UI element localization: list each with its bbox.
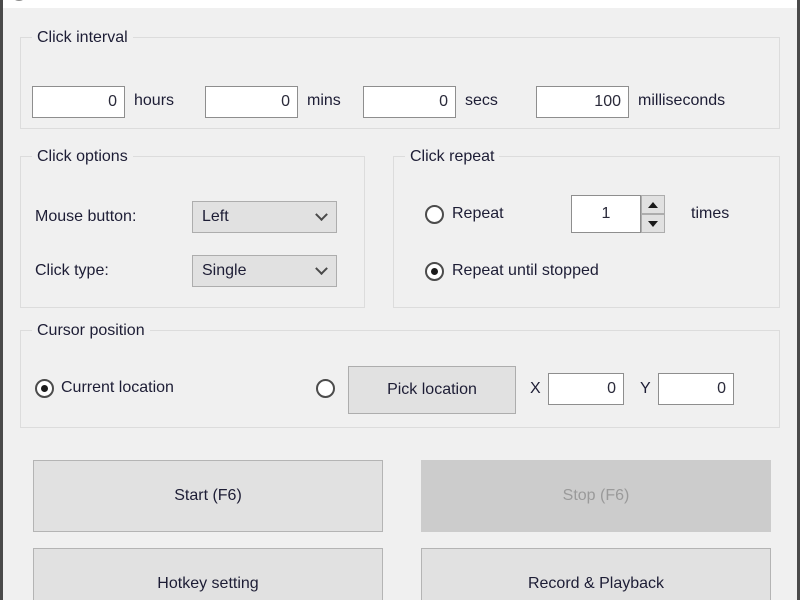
radio-repeat-label: Repeat [452,206,504,222]
minutes-input[interactable]: 0 [205,86,298,118]
window-title: GS Auto Clicker 3.1.0 [34,0,162,1]
seconds-input[interactable]: 0 [363,86,456,118]
chevron-down-icon [306,267,336,276]
repeat-count-input[interactable]: 1 [571,195,641,233]
mouse-button-select[interactable]: Left [192,201,337,233]
hotkey-setting-button[interactable]: Hotkey setting [33,548,383,600]
client-area: Click interval 0 hours 0 mins 0 secs 100… [3,8,797,600]
radio-repeat-until-stopped[interactable] [425,262,444,281]
stepper-up-button[interactable] [641,195,665,214]
minimize-button[interactable] [705,0,751,8]
radio-current-location-label: Current location [61,380,174,396]
close-button[interactable]: ✕ [751,0,797,8]
window-controls: ✕ [705,0,797,8]
app-icon [11,0,27,1]
milliseconds-input[interactable]: 100 [536,86,629,118]
triangle-down-icon [648,221,658,227]
group-label-click-repeat: Click repeat [405,148,499,166]
hours-input[interactable]: 0 [32,86,125,118]
x-label: X [530,381,541,397]
record-playback-button[interactable]: Record & Playback [421,548,771,600]
application-window: GS Auto Clicker 3.1.0 ✕ Click interval 0… [0,0,800,600]
hours-label: hours [134,93,174,109]
chevron-down-icon [306,213,336,222]
title-bar[interactable]: GS Auto Clicker 3.1.0 ✕ [3,0,797,8]
y-label: Y [640,381,651,397]
milliseconds-label: milliseconds [638,93,725,109]
group-label-click-options: Click options [32,148,133,166]
click-type-value: Single [193,263,306,279]
seconds-label: secs [465,93,498,109]
radio-pick-location[interactable] [316,379,335,398]
triangle-up-icon [648,202,658,208]
click-type-label: Click type: [35,263,109,279]
mouse-button-value: Left [193,209,306,225]
times-label: times [691,206,729,222]
mouse-button-label: Mouse button: [35,209,136,225]
radio-current-location[interactable] [35,379,54,398]
group-label-click-interval: Click interval [32,29,133,47]
radio-repeat[interactable] [425,205,444,224]
click-type-select[interactable]: Single [192,255,337,287]
repeat-count-stepper[interactable]: 1 [571,195,665,233]
group-label-cursor-position: Cursor position [32,322,150,340]
start-button[interactable]: Start (F6) [33,460,383,532]
y-coordinate-input[interactable]: 0 [658,373,734,405]
stop-button: Stop (F6) [421,460,771,532]
x-coordinate-input[interactable]: 0 [548,373,624,405]
minutes-label: mins [307,93,341,109]
pick-location-button[interactable]: Pick location [348,366,516,414]
radio-repeat-until-stopped-label: Repeat until stopped [452,263,599,279]
stepper-down-button[interactable] [641,214,665,233]
stepper-buttons [641,195,665,233]
